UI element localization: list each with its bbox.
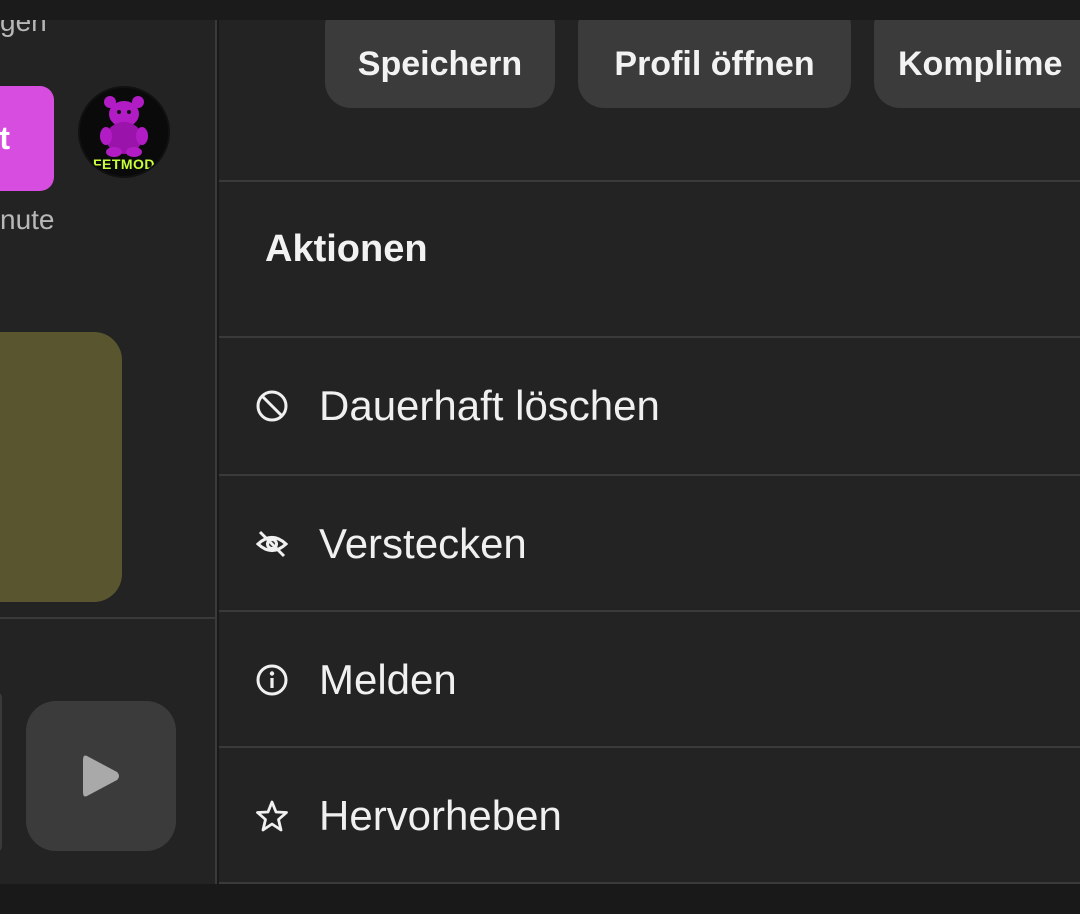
compliment-button[interactable]: Komplime: [874, 20, 1080, 108]
left-divider: [0, 617, 215, 619]
open-profile-button[interactable]: Profil öffnen: [578, 20, 851, 108]
report-label: Melden: [319, 655, 457, 703]
play-button[interactable]: [26, 701, 176, 851]
hide-item[interactable]: Verstecken: [219, 476, 1080, 611]
eye-off-icon: [255, 527, 289, 561]
delete-permanently-label: Dauerhaft löschen: [319, 381, 660, 429]
bottom-bar: [0, 884, 1080, 914]
play-icon: [83, 755, 119, 797]
left-timestamp-text: nute: [0, 204, 55, 235]
save-button-label: Speichern: [357, 44, 523, 83]
quick-actions-row: Speichern Profil öffnen Komplime: [219, 20, 1080, 182]
left-pink-button[interactable]: t: [0, 86, 54, 191]
app-screen: gen t FETMOD nute Speichern Profil öffne…: [0, 0, 1080, 914]
section-title: Aktionen: [265, 228, 428, 270]
actions-sheet: Speichern Profil öffnen Komplime Aktione…: [219, 20, 1080, 884]
star-icon: [255, 799, 289, 833]
info-icon: [255, 663, 289, 697]
report-item[interactable]: Melden: [219, 612, 1080, 747]
left-top-text: gen: [0, 20, 47, 37]
divider: [219, 180, 1080, 182]
block-icon: [255, 389, 289, 423]
message-bubble[interactable]: [0, 332, 122, 602]
highlight-item[interactable]: Hervorheben: [219, 748, 1080, 883]
top-bar: [0, 0, 1080, 20]
left-edge-button[interactable]: [0, 692, 2, 852]
left-panel: gen t FETMOD nute: [0, 20, 217, 884]
save-button[interactable]: Speichern: [325, 20, 555, 108]
avatar[interactable]: FETMOD: [78, 86, 170, 178]
delete-permanently-item[interactable]: Dauerhaft löschen: [219, 338, 1080, 473]
highlight-label: Hervorheben: [319, 791, 562, 839]
left-pink-button-label: t: [0, 120, 10, 156]
open-profile-button-label: Profil öffnen: [614, 44, 815, 83]
hide-label: Verstecken: [319, 519, 527, 567]
avatar-text: FETMOD: [92, 156, 156, 172]
compliment-button-label: Komplime: [898, 44, 1063, 83]
